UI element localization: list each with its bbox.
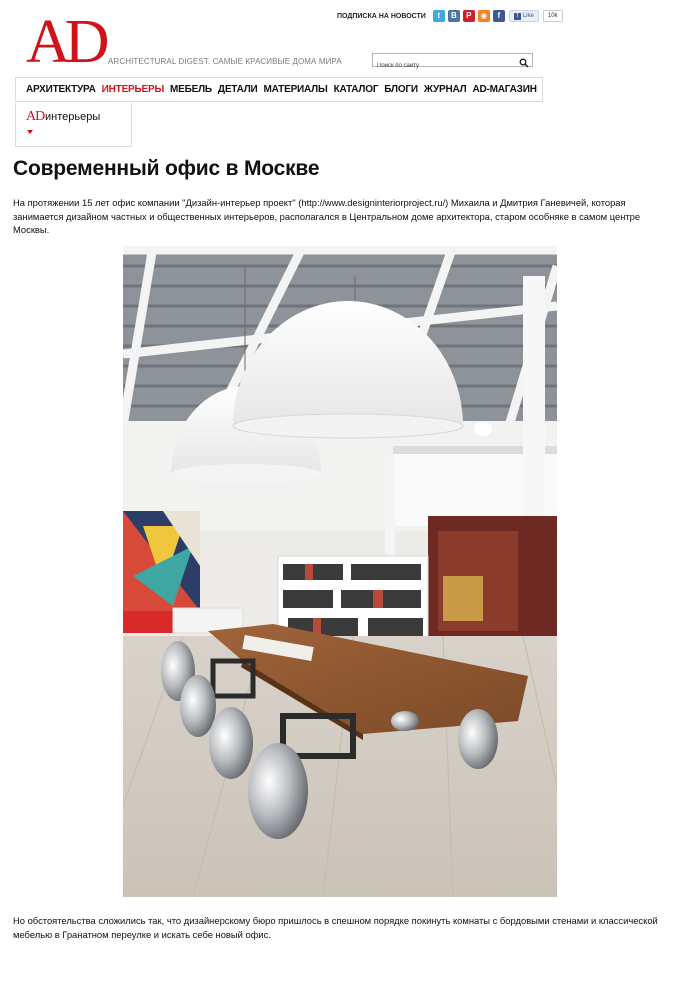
article-photo	[123, 246, 557, 897]
search-box	[372, 53, 533, 72]
nav-item-6[interactable]: БЛОГИ	[384, 84, 418, 95]
social-links: t B P ◉ f	[432, 10, 505, 22]
article-intro: На протяжении 15 лет офис компании "Диза…	[13, 197, 641, 236]
ad-logo[interactable]: AD	[26, 11, 110, 73]
search-icon	[519, 58, 529, 68]
nav-item-2[interactable]: МЕБЕЛЬ	[170, 84, 212, 95]
nav-item-3[interactable]: ДЕТАЛИ	[218, 84, 258, 95]
search-button[interactable]	[519, 55, 529, 68]
nav-item-8[interactable]: AD-МАГАЗИН	[472, 84, 536, 95]
section-ad-logo: AD	[26, 109, 45, 124]
office-interior-illustration	[123, 246, 557, 897]
pinterest-icon[interactable]: P	[462, 10, 475, 22]
nav-item-7[interactable]: ЖУРНАЛ	[424, 84, 467, 95]
search-input[interactable]	[373, 60, 513, 72]
nav-item-1[interactable]: ИНТЕРЬЕРЫ	[102, 84, 165, 95]
section-name: интерьеры	[45, 111, 101, 123]
facebook-like-count: 10k	[542, 10, 563, 22]
rss-icon[interactable]: ◉	[477, 10, 490, 22]
nav-item-5[interactable]: КАТАЛОГ	[334, 84, 379, 95]
facebook-like-icon: f	[513, 12, 521, 20]
subscribe-label: ПОДПИСКА НА НОВОСТИ	[337, 12, 426, 20]
facebook-icon[interactable]: f	[492, 10, 505, 22]
article-title: Современный офис в Москве	[13, 157, 320, 180]
section-tab-interiors[interactable]: AD интерьеры	[15, 103, 132, 147]
twitter-icon[interactable]: t	[432, 10, 445, 22]
caret-down-icon	[27, 130, 33, 134]
nav-item-4[interactable]: МАТЕРИАЛЫ	[264, 84, 328, 95]
main-nav: АРХИТЕКТУРА ИНТЕРЬЕРЫ МЕБЕЛЬ ДЕТАЛИ МАТЕРИАЛ…	[15, 77, 543, 102]
site-tagline: ARCHITECTURAL DIGEST. САМЫЕ КРАСИВЫЕ ДОМ…	[108, 57, 342, 66]
facebook-like-button[interactable]: f Like	[508, 10, 539, 22]
article-paragraph-2: Но обстоятельства сложились так, что диз…	[13, 915, 658, 940]
nav-item-0[interactable]: АРХИТЕКТУРА	[26, 84, 96, 95]
vk-icon[interactable]: B	[447, 10, 460, 22]
facebook-like-label: Like	[522, 13, 534, 19]
subscribe-bar: ПОДПИСКА НА НОВОСТИ t B P ◉ f f Like 10k	[337, 10, 563, 22]
